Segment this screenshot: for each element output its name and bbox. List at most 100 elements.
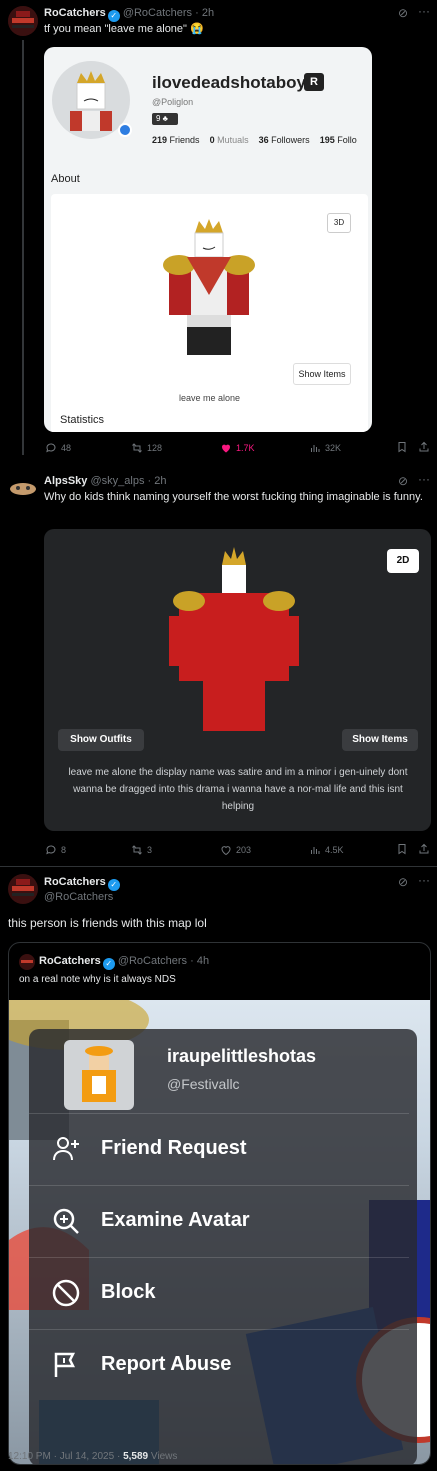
statistics-label: Statistics [60, 414, 105, 426]
profile-card-image[interactable]: ilovedeadshotaboys R @Poliglon 9 ♣ 219 F… [44, 47, 372, 432]
author-name[interactable]: AlpsSky [44, 475, 87, 487]
like-button[interactable]: 1.7K [220, 442, 255, 454]
flag-icon [54, 1352, 76, 1377]
stat-mutuals: 0 Mutuals [209, 135, 249, 145]
profile-username: ilovedeadshotaboys [152, 73, 316, 92]
tweet-header: RoCatchers ✓ @RoCatchers · 2h [44, 7, 214, 22]
examine-avatar-button[interactable]: Examine Avatar [29, 1185, 409, 1255]
views-count: 4.5K [325, 845, 344, 855]
repost-count: 3 [147, 845, 153, 855]
bookmark-icon[interactable] [396, 441, 408, 456]
outfit-description: leave me alone the display name was sati… [68, 767, 408, 812]
quote-author-name: RoCatchers [39, 955, 101, 967]
repost-icon [132, 845, 142, 855]
stat-following: 195 Follo [319, 135, 357, 145]
show-items-button[interactable]: Show Items [293, 363, 351, 385]
views-total: 5,589 [123, 1451, 149, 1462]
avatar-figure [139, 215, 279, 388]
reply-icon [46, 443, 56, 453]
reply-count: 48 [61, 443, 72, 453]
quote-avatar [19, 954, 35, 970]
examine-avatar-label: Examine Avatar [101, 1209, 250, 1231]
like-count: 1.7K [236, 443, 255, 453]
bookmark-icon[interactable] [396, 843, 408, 858]
badge-count: 9 ♣ [152, 113, 178, 125]
reply-icon [46, 845, 56, 855]
verified-badge-icon: ✓ [107, 879, 120, 891]
like-button[interactable]: 203 [220, 844, 251, 856]
about-label: About [51, 173, 80, 185]
stat-friends: 219 Friends [152, 135, 200, 145]
views-label: Views [150, 1451, 178, 1462]
thread-line [22, 40, 24, 455]
heart-icon [221, 444, 231, 453]
profile-stats: 219 Friends 0 Mutuals 36 Followers 195 F… [152, 135, 357, 145]
views-icon [311, 847, 320, 854]
views-button[interactable]: 32K [309, 442, 341, 454]
grok-icon[interactable]: ⊘ [398, 875, 408, 889]
report-abuse-button[interactable]: Report Abuse [29, 1329, 409, 1399]
game-screenshot: iraupelittleshotas @Festivallc Friend Re… [9, 1000, 430, 1464]
block-icon [52, 1279, 80, 1306]
more-icon[interactable]: ··· [418, 873, 430, 887]
block-button[interactable]: Block [29, 1257, 409, 1327]
author-handle[interactable]: @RoCatchers [44, 891, 113, 903]
menu-handle: @Festivallc [167, 1076, 240, 1092]
share-icon[interactable] [418, 843, 430, 858]
author-handle[interactable]: @sky_alps [90, 475, 144, 487]
repost-icon [132, 443, 142, 453]
timestamp-text: 12:10 PM · Jul 14, 2025 · [8, 1451, 121, 1462]
tweet-timestamp[interactable]: 12:10 PM · Jul 14, 2025 · 5,589 Views [8, 1451, 177, 1462]
reply-button[interactable]: 48 [45, 442, 71, 454]
profile-handle: @Poliglon [152, 97, 194, 107]
quoted-tweet[interactable]: RoCatchers ✓ @RoCatchers · 4h on a real n… [8, 942, 431, 1465]
quote-handle: @RoCatchers [117, 955, 188, 967]
like-count: 203 [236, 845, 252, 855]
grok-icon[interactable]: ⊘ [398, 6, 408, 20]
report-abuse-label: Report Abuse [101, 1353, 232, 1375]
verified-badge-icon: ✓ [102, 958, 115, 970]
reply-count: 8 [61, 845, 67, 855]
quote-text: on a real note why is it always NDS [19, 974, 176, 985]
outfit-card-image[interactable]: 2D Show Outfits Show Items leave me alon… [44, 529, 431, 831]
tweet-text: this person is friends with this map lol [8, 916, 207, 930]
tweet-time[interactable]: · 2h [148, 475, 167, 487]
reply-button[interactable]: 8 [45, 844, 66, 856]
more-icon[interactable]: ··· [418, 4, 430, 18]
views-count: 32K [325, 443, 342, 453]
heart-icon [221, 846, 231, 856]
tweet-header: AlpsSky @sky_alps · 2h [44, 475, 166, 487]
grok-icon[interactable]: ⊘ [398, 474, 408, 488]
author-handle[interactable]: @RoCatchers [123, 7, 192, 19]
repost-button[interactable]: 128 [131, 442, 162, 454]
author-name[interactable]: RoCatchers [44, 7, 106, 19]
repost-count: 128 [147, 443, 163, 453]
premium-badge-icon: R [304, 73, 324, 91]
views-button[interactable]: 4.5K [309, 844, 344, 856]
avatar[interactable] [8, 474, 38, 504]
share-icon[interactable] [418, 441, 430, 456]
stat-followers: 36 Followers [258, 135, 310, 145]
avatar[interactable] [8, 6, 38, 36]
verified-badge-icon: ✓ [107, 10, 120, 22]
quote-time: · 4h [190, 955, 210, 967]
friend-request-button[interactable]: Friend Request [29, 1113, 409, 1183]
avatar[interactable] [8, 874, 38, 904]
add-friend-icon [53, 1136, 79, 1160]
2d-toggle-button[interactable]: 2D [387, 549, 419, 573]
more-icon[interactable]: ··· [418, 472, 430, 486]
menu-username: iraupelittleshotas [167, 1046, 317, 1066]
show-items-button[interactable]: Show Items [342, 729, 418, 751]
tweet-text: Why do kids think naming yourself the wo… [44, 491, 423, 503]
views-icon [311, 445, 320, 452]
repost-button[interactable]: 3 [131, 844, 152, 856]
author-name[interactable]: RoCatchers [44, 876, 106, 888]
tweet-time[interactable]: · 2h [195, 7, 214, 19]
menu-avatar [64, 1040, 134, 1110]
show-outfits-button[interactable]: Show Outfits [58, 729, 144, 751]
3d-toggle-button[interactable]: 3D [327, 213, 351, 233]
author-block: RoCatchers ✓ [44, 876, 120, 891]
friend-request-label: Friend Request [101, 1137, 247, 1159]
avatar-figure [159, 541, 309, 744]
quote-header: RoCatchers ✓ @RoCatchers · 4h [39, 955, 209, 970]
